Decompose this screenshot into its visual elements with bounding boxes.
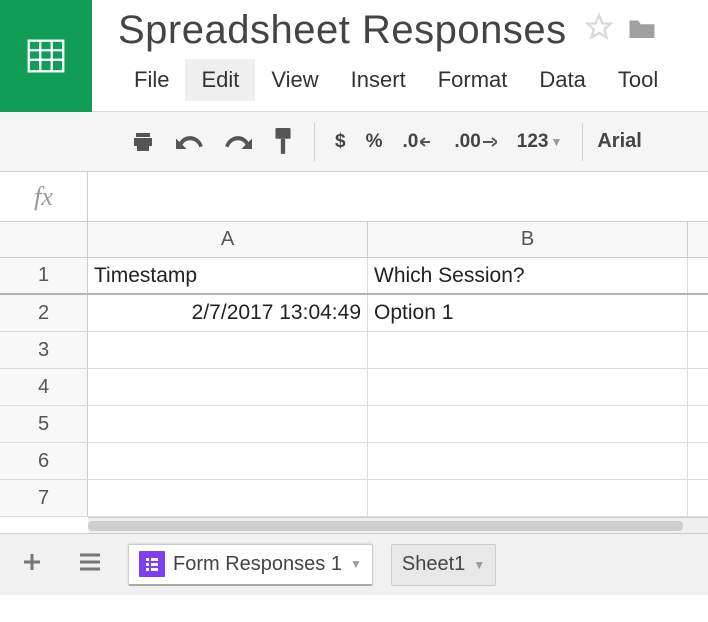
menu-insert[interactable]: Insert bbox=[335, 59, 422, 101]
sheet-tab-sheet1[interactable]: Sheet1 ▼ bbox=[391, 544, 496, 586]
font-selector[interactable]: Arial bbox=[583, 130, 655, 153]
menu-file[interactable]: File bbox=[118, 59, 185, 101]
toolbar: $ % .0 .00 123 ▼ Arial bbox=[0, 112, 708, 172]
cell-b4[interactable] bbox=[368, 369, 688, 405]
currency-button[interactable]: $ bbox=[325, 131, 356, 153]
row-1: 1 Timestamp Which Session? bbox=[0, 258, 708, 295]
decrease-decimal-button[interactable]: .0 bbox=[392, 131, 444, 153]
sheet-tab-label: Form Responses 1 bbox=[173, 553, 342, 576]
percent-button[interactable]: % bbox=[356, 131, 393, 153]
row-header-2[interactable]: 2 bbox=[0, 295, 88, 331]
row-header-6[interactable]: 6 bbox=[0, 443, 88, 479]
row-6: 6 bbox=[0, 443, 708, 480]
menu-format[interactable]: Format bbox=[422, 59, 524, 101]
row-5: 5 bbox=[0, 406, 708, 443]
menu-data[interactable]: Data bbox=[523, 59, 601, 101]
row-header-5[interactable]: 5 bbox=[0, 406, 88, 442]
col-header-a[interactable]: A bbox=[88, 222, 368, 257]
add-sheet-button[interactable] bbox=[12, 544, 52, 585]
menu-bar: File Edit View Insert Format Data Tool bbox=[118, 57, 708, 103]
formula-bar: fx bbox=[0, 172, 708, 222]
cell-a5[interactable] bbox=[88, 406, 368, 442]
cell-b1[interactable]: Which Session? bbox=[368, 258, 688, 293]
form-icon bbox=[139, 551, 165, 577]
row-7: 7 bbox=[0, 480, 708, 517]
cell-a3[interactable] bbox=[88, 332, 368, 368]
sheet-tab-form-responses[interactable]: Form Responses 1 ▼ bbox=[128, 544, 373, 586]
chevron-down-icon[interactable]: ▼ bbox=[350, 557, 362, 571]
horizontal-scrollbar[interactable] bbox=[88, 517, 708, 533]
chevron-down-icon[interactable]: ▼ bbox=[473, 558, 485, 572]
star-icon[interactable] bbox=[585, 13, 613, 48]
row-header-4[interactable]: 4 bbox=[0, 369, 88, 405]
row-4: 4 bbox=[0, 369, 708, 406]
all-sheets-button[interactable] bbox=[70, 546, 110, 583]
number-format-dropdown[interactable]: 123 ▼ bbox=[507, 131, 573, 153]
menu-edit[interactable]: Edit bbox=[185, 59, 255, 101]
sheet-tab-label: Sheet1 bbox=[402, 553, 465, 576]
spreadsheet-grid: A B 1 Timestamp Which Session? 2 2/7/201… bbox=[0, 222, 708, 533]
cell-a7[interactable] bbox=[88, 480, 368, 516]
formula-input[interactable] bbox=[88, 172, 708, 221]
cell-a4[interactable] bbox=[88, 369, 368, 405]
sheets-logo bbox=[0, 0, 92, 112]
folder-icon[interactable] bbox=[627, 15, 657, 46]
doc-title[interactable]: Spreadsheet Responses bbox=[118, 8, 567, 53]
row-3: 3 bbox=[0, 332, 708, 369]
cell-b3[interactable] bbox=[368, 332, 688, 368]
menu-tools[interactable]: Tool bbox=[602, 59, 674, 101]
cell-a2[interactable]: 2/7/2017 13:04:49 bbox=[88, 295, 368, 331]
paint-format-icon[interactable] bbox=[262, 128, 304, 156]
col-header-b[interactable]: B bbox=[368, 222, 688, 257]
row-header-1[interactable]: 1 bbox=[0, 258, 88, 293]
cell-b6[interactable] bbox=[368, 443, 688, 479]
cell-a1[interactable]: Timestamp bbox=[88, 258, 368, 293]
undo-icon[interactable] bbox=[166, 132, 214, 152]
cell-a6[interactable] bbox=[88, 443, 368, 479]
cell-b5[interactable] bbox=[368, 406, 688, 442]
redo-icon[interactable] bbox=[214, 132, 262, 152]
increase-decimal-button[interactable]: .00 bbox=[444, 131, 506, 153]
menu-view[interactable]: View bbox=[255, 59, 334, 101]
fx-label: fx bbox=[0, 172, 88, 221]
print-icon[interactable] bbox=[120, 130, 166, 154]
row-header-3[interactable]: 3 bbox=[0, 332, 88, 368]
cell-b2[interactable]: Option 1 bbox=[368, 295, 688, 331]
sheet-tab-bar: Form Responses 1 ▼ Sheet1 ▼ bbox=[0, 533, 708, 595]
header: Spreadsheet Responses File Edit View Ins… bbox=[0, 0, 708, 112]
cell-b7[interactable] bbox=[368, 480, 688, 516]
select-all-corner[interactable] bbox=[0, 222, 88, 257]
row-header-7[interactable]: 7 bbox=[0, 480, 88, 516]
row-2: 2 2/7/2017 13:04:49 Option 1 bbox=[0, 295, 708, 332]
